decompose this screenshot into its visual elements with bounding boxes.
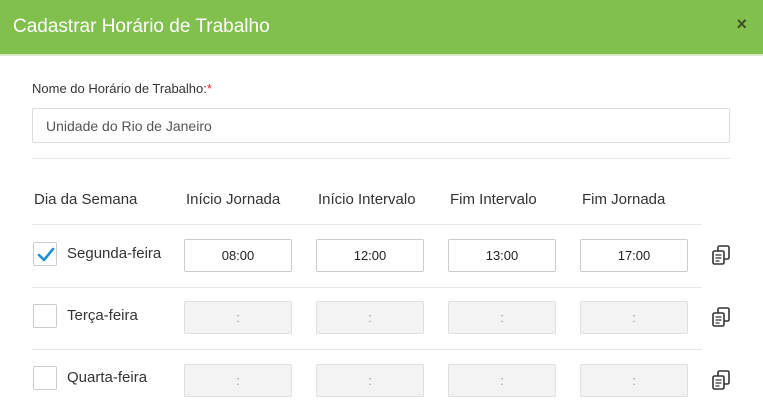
header-divider	[32, 224, 702, 225]
check-icon	[37, 247, 55, 262]
monday-start-break-input[interactable]	[316, 239, 424, 272]
dialog-title: Cadastrar Horário de Trabalho	[13, 16, 270, 37]
close-icon[interactable]: ×	[736, 14, 747, 35]
wednesday-end-break-input[interactable]	[448, 364, 556, 397]
wednesday-start-break-input[interactable]	[316, 364, 424, 397]
tuesday-end-shift-input[interactable]	[580, 301, 688, 334]
name-label-text: Nome do Horário de Trabalho:	[32, 81, 207, 96]
monday-start-shift-input[interactable]	[184, 239, 292, 272]
tuesday-end-break-input[interactable]	[448, 301, 556, 334]
required-mark: *	[206, 81, 212, 96]
wednesday-end-shift-input[interactable]	[580, 364, 688, 397]
header-end-break: Fim Intervalo	[450, 191, 537, 208]
copy-icon[interactable]	[710, 244, 732, 266]
row-divider	[32, 349, 702, 350]
tuesday-start-break-input[interactable]	[316, 301, 424, 334]
schedule-name-input[interactable]	[32, 108, 730, 143]
header-start-shift: Início Jornada	[186, 191, 281, 208]
header-end-shift: Fim Jornada	[582, 191, 666, 208]
tuesday-label: Terça-feira	[67, 307, 138, 324]
monday-checkbox[interactable]	[33, 242, 57, 266]
tuesday-start-shift-input[interactable]	[184, 301, 292, 334]
copy-icon[interactable]	[710, 306, 732, 328]
monday-end-shift-input[interactable]	[580, 239, 688, 272]
name-field-label: Nome do Horário de Trabalho:*	[32, 81, 212, 96]
header-day-of-week: Dia da Semana	[34, 191, 138, 208]
wednesday-checkbox[interactable]	[33, 366, 57, 390]
wednesday-start-shift-input[interactable]	[184, 364, 292, 397]
dialog-header: Cadastrar Horário de Trabalho ×	[0, 0, 763, 56]
header-start-break: Início Intervalo	[318, 191, 416, 208]
monday-label: Segunda-feira	[67, 245, 162, 262]
wednesday-label: Quarta-feira	[67, 369, 148, 386]
copy-icon[interactable]	[710, 369, 732, 391]
row-divider	[32, 287, 702, 288]
monday-end-break-input[interactable]	[448, 239, 556, 272]
tuesday-checkbox[interactable]	[33, 304, 57, 328]
divider	[32, 158, 730, 159]
